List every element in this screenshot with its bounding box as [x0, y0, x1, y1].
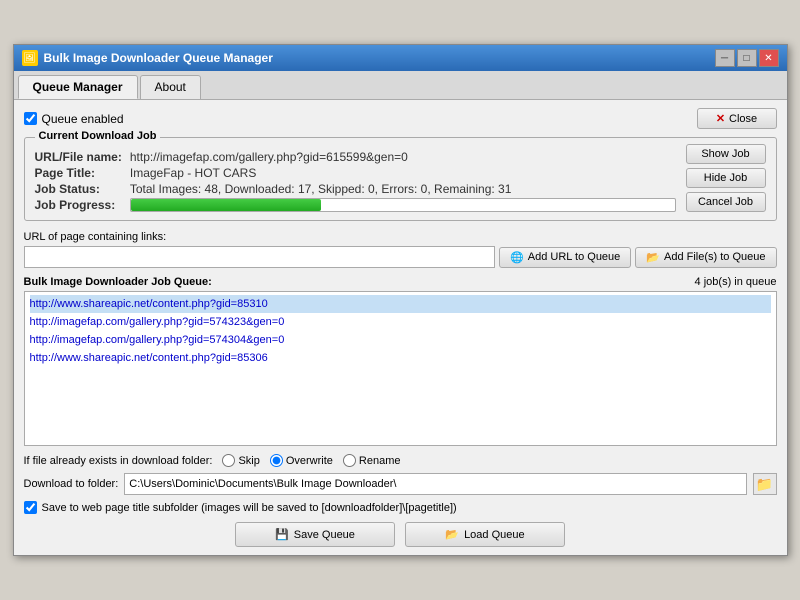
add-url-icon: 🌐: [510, 251, 524, 264]
download-folder-row: Download to folder: 📁: [24, 473, 777, 495]
queue-header: Bulk Image Downloader Job Queue: 4 job(s…: [24, 276, 777, 288]
app-icon: 🖼: [22, 50, 38, 66]
hide-job-button[interactable]: Hide Job: [686, 168, 766, 188]
list-item: http://www.shareapic.net/content.php?gid…: [30, 349, 771, 367]
browse-folder-button[interactable]: 📁: [753, 473, 777, 495]
title-bar-left: 🖼 Bulk Image Downloader Queue Manager: [22, 50, 273, 66]
window-controls: ─ □ ✕: [715, 49, 779, 67]
load-queue-label: Load Queue: [464, 529, 525, 541]
current-job-group: Current Download Job URL/File name: http…: [24, 137, 777, 221]
tab-bar: Queue Manager About: [14, 71, 787, 100]
show-job-button[interactable]: Show Job: [686, 144, 766, 164]
progress-bar-container: [130, 198, 676, 212]
tab-about[interactable]: About: [140, 75, 201, 99]
skip-label: Skip: [238, 455, 259, 467]
add-files-button[interactable]: 📂 Add File(s) to Queue: [635, 247, 776, 268]
queue-enabled-checkbox[interactable]: [24, 112, 37, 125]
save-icon: 💾: [275, 528, 289, 541]
queue-label: Bulk Image Downloader Job Queue:: [24, 276, 212, 288]
cancel-job-button[interactable]: Cancel Job: [686, 192, 766, 212]
job-content: URL/File name: http://imagefap.com/galle…: [35, 144, 766, 212]
status-value: Total Images: 48, Downloaded: 17, Skippe…: [130, 182, 676, 196]
queue-count: 4 job(s) in queue: [695, 276, 777, 288]
add-url-button[interactable]: 🌐 Add URL to Queue: [499, 247, 631, 268]
minimize-button[interactable]: ─: [715, 49, 735, 67]
window-close-button[interactable]: ✕: [759, 49, 779, 67]
job-grid: URL/File name: http://imagefap.com/galle…: [35, 150, 676, 212]
top-row: Queue enabled ✕ Close: [24, 108, 777, 129]
subfolder-label: Save to web page title subfolder (images…: [42, 502, 457, 514]
rename-label: Rename: [359, 455, 401, 467]
close-label: Close: [729, 113, 757, 125]
maximize-button[interactable]: □: [737, 49, 757, 67]
load-icon: 📂: [445, 528, 459, 541]
url-section-label: URL of page containing links:: [24, 231, 777, 243]
overwrite-radio[interactable]: [270, 454, 283, 467]
rename-radio[interactable]: [343, 454, 356, 467]
skip-radio[interactable]: [222, 454, 235, 467]
group-title: Current Download Job: [35, 130, 161, 142]
add-files-icon: 📂: [646, 251, 660, 264]
subfolder-checkbox[interactable]: [24, 501, 37, 514]
url-section: URL of page containing links: 🌐 Add URL …: [24, 231, 777, 268]
queue-enabled-label[interactable]: Queue enabled: [24, 112, 124, 126]
page-value: ImageFap - HOT CARS: [130, 166, 676, 180]
list-item: http://www.shareapic.net/content.php?gid…: [30, 295, 771, 313]
url-value: http://imagefap.com/gallery.php?gid=6155…: [130, 150, 676, 164]
file-exists-row: If file already exists in download folde…: [24, 454, 777, 467]
queue-enabled-text: Queue enabled: [42, 112, 124, 126]
file-exists-label: If file already exists in download folde…: [24, 455, 213, 467]
status-label: Job Status:: [35, 182, 122, 196]
close-icon: ✕: [716, 112, 725, 125]
progress-label: Job Progress:: [35, 198, 122, 212]
page-label: Page Title:: [35, 166, 122, 180]
main-window: 🖼 Bulk Image Downloader Queue Manager ─ …: [13, 44, 788, 556]
main-content: Queue enabled ✕ Close Current Download J…: [14, 100, 787, 555]
add-url-label: Add URL to Queue: [528, 251, 621, 263]
folder-label: Download to folder:: [24, 478, 119, 490]
queue-section: Bulk Image Downloader Job Queue: 4 job(s…: [24, 276, 777, 446]
url-label: URL/File name:: [35, 150, 122, 164]
rename-option[interactable]: Rename: [343, 454, 401, 467]
progress-bar-fill: [131, 199, 321, 211]
save-queue-button[interactable]: 💾 Save Queue: [235, 522, 395, 547]
subfolder-row: Save to web page title subfolder (images…: [24, 501, 777, 514]
close-button[interactable]: ✕ Close: [697, 108, 777, 129]
job-details: URL/File name: http://imagefap.com/galle…: [35, 144, 676, 212]
load-queue-button[interactable]: 📂 Load Queue: [405, 522, 565, 547]
title-bar: 🖼 Bulk Image Downloader Queue Manager ─ …: [14, 45, 787, 71]
browse-icon: 📁: [756, 476, 773, 493]
window-title: Bulk Image Downloader Queue Manager: [44, 51, 273, 65]
tab-queue-manager[interactable]: Queue Manager: [18, 75, 138, 99]
add-files-label: Add File(s) to Queue: [664, 251, 766, 263]
progress-row: [130, 198, 676, 212]
list-item: http://imagefap.com/gallery.php?gid=5743…: [30, 331, 771, 349]
list-item: http://imagefap.com/gallery.php?gid=5743…: [30, 313, 771, 331]
folder-input[interactable]: [124, 473, 746, 495]
bottom-buttons: 💾 Save Queue 📂 Load Queue: [24, 522, 777, 547]
overwrite-label: Overwrite: [286, 455, 333, 467]
save-queue-label: Save Queue: [294, 529, 355, 541]
overwrite-option[interactable]: Overwrite: [270, 454, 333, 467]
job-buttons: Show Job Hide Job Cancel Job: [686, 144, 766, 212]
url-input[interactable]: [24, 246, 496, 268]
queue-list[interactable]: http://www.shareapic.net/content.php?gid…: [24, 291, 777, 446]
skip-option[interactable]: Skip: [222, 454, 259, 467]
url-input-row: 🌐 Add URL to Queue 📂 Add File(s) to Queu…: [24, 246, 777, 268]
